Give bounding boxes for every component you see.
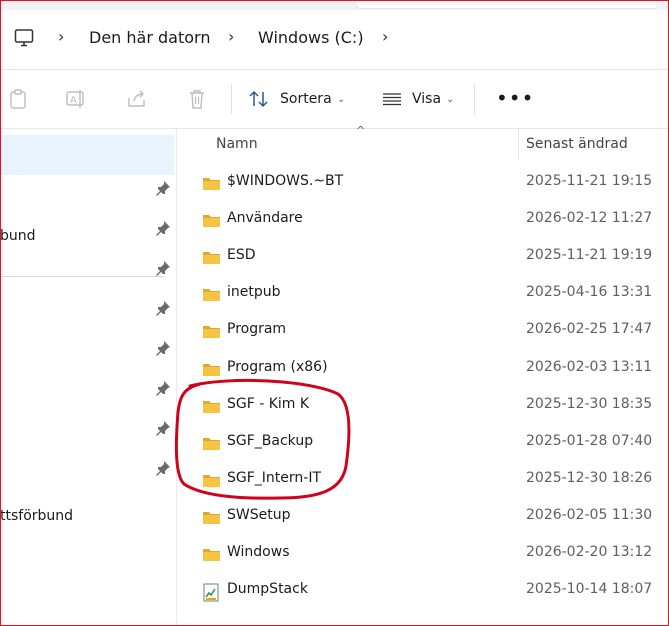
- rename-icon[interactable]: A: [65, 88, 87, 110]
- sort-button[interactable]: Sortera: [280, 91, 332, 107]
- pin-icon[interactable]: [155, 180, 171, 196]
- chevron-right-icon[interactable]: ›: [58, 27, 64, 46]
- file-name: SGF - Kim K: [227, 395, 310, 412]
- sort-icon[interactable]: [248, 88, 270, 110]
- folder-icon: [202, 286, 221, 302]
- folder-icon: [202, 175, 221, 191]
- file-row[interactable]: $WINDOWS.~BT 2025-11-21 19:15: [195, 165, 669, 202]
- toolbar-separator: [231, 84, 232, 114]
- pin-icon[interactable]: [155, 260, 171, 276]
- paste-icon[interactable]: [7, 88, 29, 110]
- share-icon[interactable]: [126, 88, 148, 110]
- file-row[interactable]: Användare 2026-02-12 11:27: [195, 202, 669, 239]
- column-header-name[interactable]: Namn: [216, 136, 258, 152]
- folder-icon: [202, 472, 221, 488]
- file-name: SGF_Intern-IT: [227, 469, 322, 486]
- address-bar[interactable]: › Den här datorn › Windows (C:) ›: [0, 10, 669, 70]
- toolbar-separator: [474, 84, 475, 114]
- file-name: SWSetup: [227, 506, 291, 523]
- file-name: Program: [227, 321, 287, 338]
- file-date-modified: 2026-02-25 17:47: [526, 321, 653, 338]
- breadcrumb-drive-c[interactable]: Windows (C:): [258, 28, 364, 47]
- folder-icon: [202, 361, 221, 377]
- file-date-modified: 2025-12-30 18:35: [526, 395, 653, 412]
- chevron-down-icon[interactable]: ⌄: [337, 94, 345, 105]
- folder-icon: [202, 546, 221, 562]
- pin-icon[interactable]: [155, 340, 171, 356]
- this-pc-icon[interactable]: [14, 28, 34, 48]
- file-name: SGF_Backup: [227, 432, 314, 449]
- file-date-modified: 2025-11-21 19:19: [526, 247, 653, 264]
- chevron-right-icon[interactable]: ›: [228, 27, 234, 46]
- column-header-date[interactable]: Senast ändrad: [526, 136, 628, 152]
- pane-divider[interactable]: [176, 129, 177, 626]
- folder-icon: [202, 398, 221, 414]
- file-row[interactable]: SGF_Intern-IT 2025-12-30 18:26: [195, 462, 669, 499]
- file-name: $WINDOWS.~BT: [227, 173, 344, 189]
- more-options-button[interactable]: •••: [496, 86, 534, 110]
- file-date-modified: 2025-01-28 07:40: [526, 432, 653, 449]
- tab-strip: [0, 0, 669, 10]
- folder-icon: [202, 323, 221, 339]
- file-row[interactable]: Program 2026-02-25 17:47: [195, 313, 669, 350]
- pin-icon[interactable]: [155, 460, 171, 476]
- folder-icon: [202, 509, 221, 525]
- nav-item-label[interactable]: ttsförbund: [0, 508, 73, 524]
- breadcrumb-this-pc[interactable]: Den här datorn: [89, 28, 210, 47]
- file-name: Windows: [227, 544, 290, 560]
- view-icon[interactable]: [381, 88, 403, 110]
- file-date-modified: 2026-02-03 13:11: [526, 358, 653, 375]
- sort-ascending-icon: ^: [356, 124, 366, 137]
- pin-icon[interactable]: [155, 220, 171, 236]
- nav-divider: [0, 276, 163, 277]
- log-file-icon: [202, 583, 221, 602]
- view-button[interactable]: Visa: [412, 91, 441, 107]
- pin-icon[interactable]: [155, 380, 171, 396]
- svg-text:A: A: [70, 95, 77, 106]
- folder-icon: [202, 435, 221, 451]
- file-row[interactable]: DumpStack 2025-10-14 18:07: [195, 573, 669, 610]
- nav-item-label[interactable]: bund: [0, 228, 36, 244]
- file-name: DumpStack: [227, 581, 308, 598]
- chevron-right-icon[interactable]: ›: [382, 27, 388, 46]
- file-row[interactable]: ESD 2025-11-21 19:19: [195, 239, 669, 276]
- file-date-modified: 2026-02-05 11:30: [526, 506, 653, 523]
- navigation-pane: bund ttsförbund: [0, 129, 176, 626]
- file-name: ESD: [227, 247, 256, 264]
- command-bar: A Sortera ⌄ Visa ⌄ •••: [0, 70, 669, 128]
- file-row[interactable]: SGF - Kim K 2025-12-30 18:35: [195, 388, 669, 425]
- file-row[interactable]: Windows 2026-02-20 13:12: [195, 536, 669, 573]
- delete-icon[interactable]: [186, 88, 208, 110]
- file-row[interactable]: Program (x86) 2026-02-03 13:11: [195, 351, 669, 388]
- file-date-modified: 2025-11-21 19:15: [526, 173, 653, 189]
- file-date-modified: 2025-10-14 18:07: [526, 581, 653, 598]
- file-row[interactable]: SWSetup 2026-02-05 11:30: [195, 499, 669, 536]
- file-name: inetpub: [227, 284, 281, 301]
- file-date-modified: 2025-04-16 13:31: [526, 284, 653, 301]
- chevron-down-icon[interactable]: ⌄: [446, 94, 454, 105]
- nav-item-selected[interactable]: [0, 135, 174, 175]
- file-row[interactable]: SGF_Backup 2025-01-28 07:40: [195, 425, 669, 462]
- column-separator[interactable]: [518, 128, 519, 160]
- pin-icon[interactable]: [155, 300, 171, 316]
- file-name: Program (x86): [227, 358, 328, 375]
- pin-icon[interactable]: [155, 420, 171, 436]
- file-date-modified: 2026-02-12 11:27: [526, 210, 653, 227]
- folder-icon: [202, 212, 221, 228]
- file-date-modified: 2025-12-30 18:26: [526, 469, 653, 486]
- file-row[interactable]: inetpub 2025-04-16 13:31: [195, 276, 669, 313]
- folder-icon: [202, 249, 221, 265]
- file-date-modified: 2026-02-20 13:12: [526, 544, 653, 560]
- file-name: Användare: [227, 210, 303, 227]
- active-tab-edge: [355, 0, 656, 9]
